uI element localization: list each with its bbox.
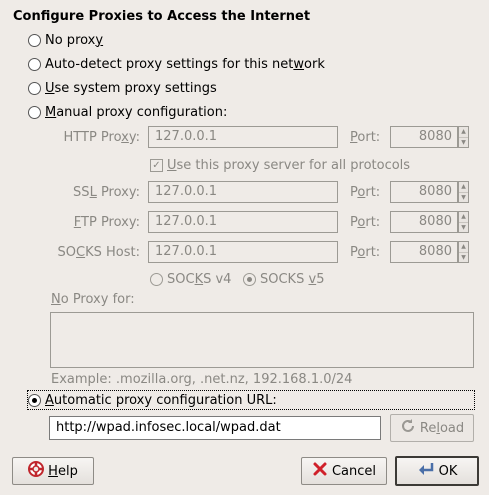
spin-down-icon[interactable]: ▼ — [459, 223, 468, 233]
use-for-all-label: Use this proxy server for all protocols — [167, 158, 411, 173]
socks-v4-option[interactable]: SOCKS v4 — [150, 270, 231, 288]
automatic-proxy-radio[interactable] — [28, 393, 41, 407]
ssl-proxy-label: SSL Proxy: — [73, 185, 140, 200]
spin-up-icon[interactable]: ▲ — [459, 212, 468, 223]
socks-port-label: Port: — [350, 245, 381, 260]
option-manual-proxy[interactable]: Manual proxy configuration: — [28, 103, 227, 121]
system-proxy-radio[interactable] — [28, 81, 41, 95]
reload-icon — [400, 418, 416, 438]
no-proxy-label: No proxy — [45, 32, 104, 48]
ftp-port-input[interactable]: 8080 — [390, 211, 458, 233]
help-button[interactable]: Help — [12, 457, 94, 485]
socks-port-spinner[interactable]: ▲ ▼ — [458, 241, 469, 263]
socks-host-label: SOCKS Host: — [57, 245, 140, 260]
http-port-spinner[interactable]: ▲ ▼ — [458, 126, 469, 148]
auto-detect-label: Auto-detect proxy settings for this netw… — [45, 56, 325, 72]
ftp-proxy-label: FTP Proxy: — [73, 215, 140, 230]
lifebuoy-icon — [28, 461, 45, 481]
ftp-proxy-input[interactable]: 127.0.0.1 — [148, 211, 338, 233]
manual-proxy-label: Manual proxy configuration: — [45, 104, 228, 120]
spin-down-icon[interactable]: ▼ — [459, 193, 468, 203]
ssl-port-spinner[interactable]: ▲ ▼ — [458, 181, 469, 203]
cancel-label: Cancel — [331, 463, 377, 479]
ftp-port-spinner[interactable]: ▲ ▼ — [458, 211, 469, 233]
ftp-port-label: Port: — [350, 215, 381, 230]
use-for-all-checkbox-row[interactable]: ✓ Use this proxy server for all protocol… — [150, 158, 410, 173]
checkmark-icon[interactable]: ✓ — [150, 159, 163, 172]
option-no-proxy[interactable]: No proxy — [28, 31, 103, 49]
spin-down-icon[interactable]: ▼ — [459, 138, 468, 148]
socks-v4-radio[interactable] — [150, 272, 163, 286]
http-proxy-input[interactable]: 127.0.0.1 — [148, 126, 338, 148]
automatic-proxy-label: Automatic proxy configuration URL: — [45, 392, 277, 408]
auto-proxy-url-input[interactable]: http://wpad.infosec.local/wpad.dat — [49, 416, 381, 440]
option-auto-detect[interactable]: Auto-detect proxy settings for this netw… — [28, 55, 325, 73]
spin-up-icon[interactable]: ▲ — [459, 182, 468, 193]
ssl-port-input[interactable]: 8080 — [390, 181, 458, 203]
manual-proxy-radio[interactable] — [28, 105, 41, 119]
http-proxy-label: HTTP Proxy: — [63, 130, 140, 145]
help-label: Help — [48, 463, 78, 479]
ok-button[interactable]: OK — [395, 456, 479, 486]
system-proxy-label: Use system proxy settings — [45, 80, 217, 96]
socks-v5-label: SOCKS v5 — [260, 271, 325, 287]
enter-arrow-icon — [417, 461, 435, 481]
option-automatic-proxy[interactable]: Automatic proxy configuration URL: — [27, 390, 475, 410]
spin-down-icon[interactable]: ▼ — [459, 253, 468, 263]
http-port-label: Port: — [350, 130, 381, 145]
option-system-proxy[interactable]: Use system proxy settings — [28, 79, 217, 97]
socks-host-input[interactable]: 127.0.0.1 — [148, 241, 338, 263]
ssl-port-label: Port: — [350, 185, 381, 200]
no-proxy-example: Example: .mozilla.org, .net.nz, 192.168.… — [51, 372, 353, 387]
http-port-input[interactable]: 8080 — [390, 126, 458, 148]
no-proxy-for-label: No Proxy for: — [51, 292, 135, 307]
reload-label: Reload — [419, 420, 465, 436]
no-proxy-textarea[interactable] — [50, 312, 474, 368]
ok-label: OK — [438, 463, 458, 479]
socks-v5-option[interactable]: SOCKS v5 — [243, 270, 324, 288]
dialog-title: Configure Proxies to Access the Internet — [13, 9, 311, 24]
socks-port-input[interactable]: 8080 — [390, 241, 458, 263]
ssl-proxy-input[interactable]: 127.0.0.1 — [148, 181, 338, 203]
cancel-button[interactable]: Cancel — [301, 457, 387, 485]
reload-button[interactable]: Reload — [390, 414, 474, 442]
spin-up-icon[interactable]: ▲ — [459, 127, 468, 138]
no-proxy-radio[interactable] — [28, 33, 41, 47]
socks-v5-radio[interactable] — [243, 272, 256, 286]
close-icon — [312, 461, 328, 481]
socks-v4-label: SOCKS v4 — [167, 271, 232, 287]
auto-detect-radio[interactable] — [28, 57, 41, 71]
spin-up-icon[interactable]: ▲ — [459, 242, 468, 253]
